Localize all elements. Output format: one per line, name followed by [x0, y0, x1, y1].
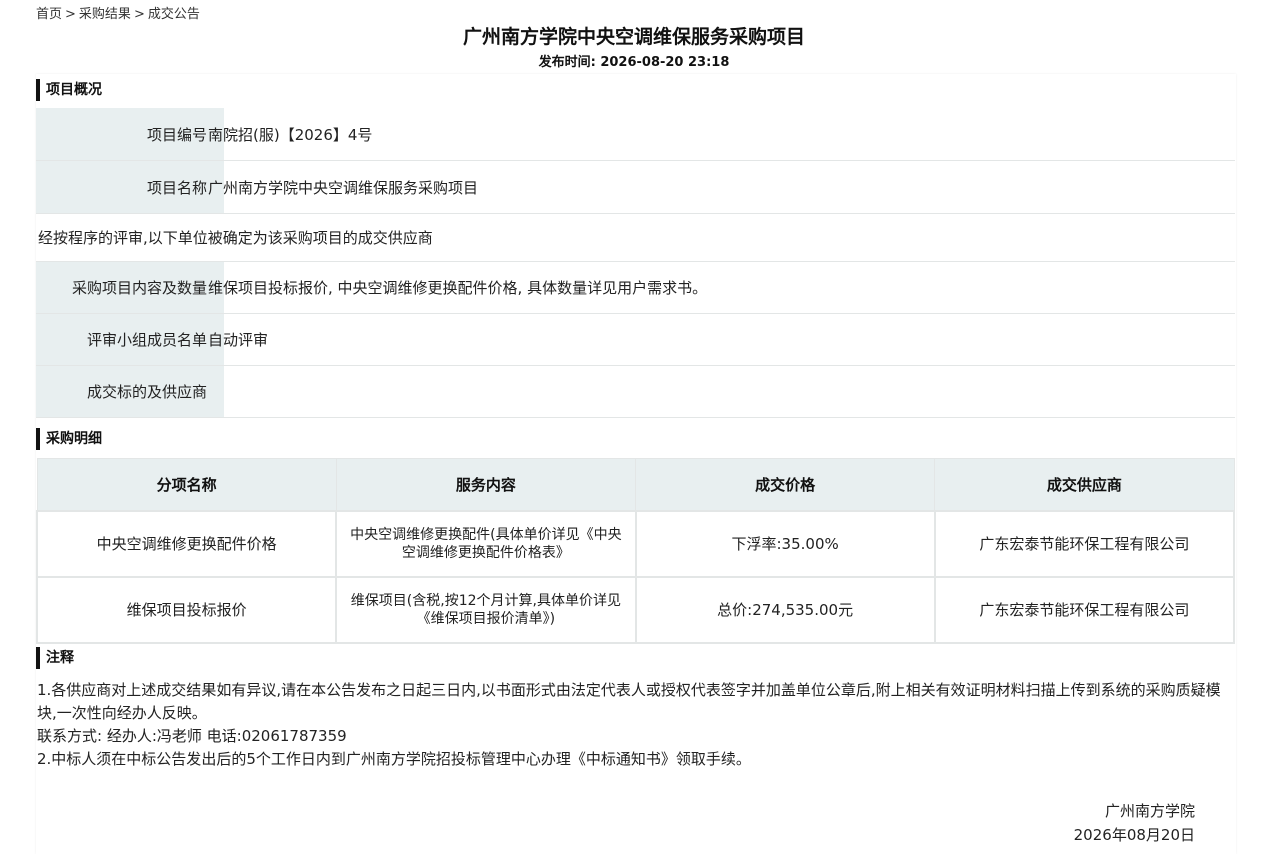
publish-time-value: 2026-08-20 23:18: [600, 55, 730, 70]
committee-value: 自动评审: [208, 331, 269, 349]
breadcrumb: 首页 > 采购结果 > 成交公告: [36, 3, 200, 22]
price-cell: 总价:274,535.00元: [634, 576, 936, 644]
project-number-value: 南院招(服)【2026】4号: [208, 125, 373, 144]
content-quantity-value: 维保项目投标报价, 中央空调维修更换配件价格, 具体数量详见用户需求书。: [208, 279, 708, 297]
project-number-row: 项目编号 南院招(服)【2026】4号: [36, 108, 1235, 161]
column-header-supplier: 成交供应商: [934, 458, 1235, 512]
breadcrumb-separator: >: [65, 7, 76, 22]
project-number-label: 项目编号: [36, 108, 224, 160]
content-quantity-row: 采购项目内容及数量 维保项目投标报价, 中央空调维修更换配件价格, 具体数量详见…: [36, 262, 1235, 314]
evaluation-statement: 经按程序的评审,以下单位被确定为该采购项目的成交供应商: [38, 229, 433, 247]
winner-label: 成交标的及供应商: [36, 366, 224, 417]
price-cell: 下浮率:35.00%: [634, 510, 936, 578]
table-row: 中央空调维修更换配件价格 中央空调维修更换配件(具体单价详见《中央空调维修更换配…: [35, 510, 1236, 578]
project-name-row: 项目名称 广州南方学院中央空调维保服务采购项目: [36, 161, 1235, 214]
signature-organization: 广州南方学院: [1104, 802, 1195, 820]
content-quantity-label: 采购项目内容及数量: [36, 262, 224, 313]
supplier-cell: 广东宏泰节能环保工程有限公司: [933, 510, 1236, 578]
breadcrumb-separator: >: [133, 7, 145, 22]
service-content-cell: 中央空调维修更换配件(具体单价详见《中央空调维修更换配件价格表》: [335, 510, 637, 578]
column-header-service: 服务内容: [335, 458, 637, 512]
item-name-cell: 中央空调维修更换配件价格: [35, 510, 338, 578]
item-name-cell: 维保项目投标报价: [35, 576, 338, 644]
evaluation-statement-row: 经按程序的评审,以下单位被确定为该采购项目的成交供应商: [36, 214, 1235, 262]
project-name-value: 广州南方学院中央空调维保服务采购项目: [208, 178, 479, 197]
winner-value: [208, 366, 1235, 417]
section-heading-detail: 采购明细: [36, 428, 102, 450]
publish-time-label: 发布时间:: [538, 55, 596, 70]
breadcrumb-current: 成交公告: [147, 7, 200, 22]
signature-block: 广州南方学院 2026年08月20日: [1074, 799, 1195, 847]
table-header-row: 分项名称 服务内容 成交价格 成交供应商: [36, 458, 1235, 512]
publish-time: 发布时间: 2026-08-20 23:18: [0, 51, 1268, 70]
table-row: 维保项目投标报价 维保项目(含税,按12个月计算,具体单价详见《维保项目报价清单…: [35, 576, 1236, 644]
signature-date: 2026年08月20日: [1073, 826, 1195, 844]
breadcrumb-home-link[interactable]: 首页: [36, 7, 62, 22]
breadcrumb-results-link[interactable]: 采购结果: [79, 7, 131, 22]
section-heading-notes: 注释: [36, 647, 74, 669]
committee-label: 评审小组成员名单: [36, 314, 224, 365]
project-name-label: 项目名称: [36, 161, 224, 213]
procurement-detail-table: 分项名称 服务内容 成交价格 成交供应商 中央空调维修更换配件价格 中央空调维修…: [35, 458, 1236, 644]
service-content-cell: 维保项目(含税,按12个月计算,具体单价详见《维保项目报价清单》): [335, 576, 637, 644]
section-heading-overview: 项目概况: [36, 79, 102, 101]
column-header-item: 分项名称: [36, 458, 337, 512]
note-contact: 联系方式: 经办人:冯老师 电话:02061787359: [37, 727, 347, 745]
supplier-cell: 广东宏泰节能环保工程有限公司: [933, 576, 1236, 644]
committee-row: 评审小组成员名单 自动评审: [36, 314, 1235, 366]
page-title: 广州南方学院中央空调维保服务采购项目: [462, 26, 805, 48]
column-header-price: 成交价格: [634, 458, 936, 512]
winner-row: 成交标的及供应商: [36, 366, 1235, 418]
notes-text: 1.各供应商对上述成交结果如有异议,请在本公告发布之日起三日内,以书面形式由法定…: [37, 679, 1237, 771]
note-objection: 1.各供应商对上述成交结果如有异议,请在本公告发布之日起三日内,以书面形式由法定…: [37, 681, 1221, 722]
note-notice-collection: 2.中标人须在中标公告发出后的5个工作日内到广州南方学院招投标管理中心办理《中标…: [37, 750, 751, 768]
